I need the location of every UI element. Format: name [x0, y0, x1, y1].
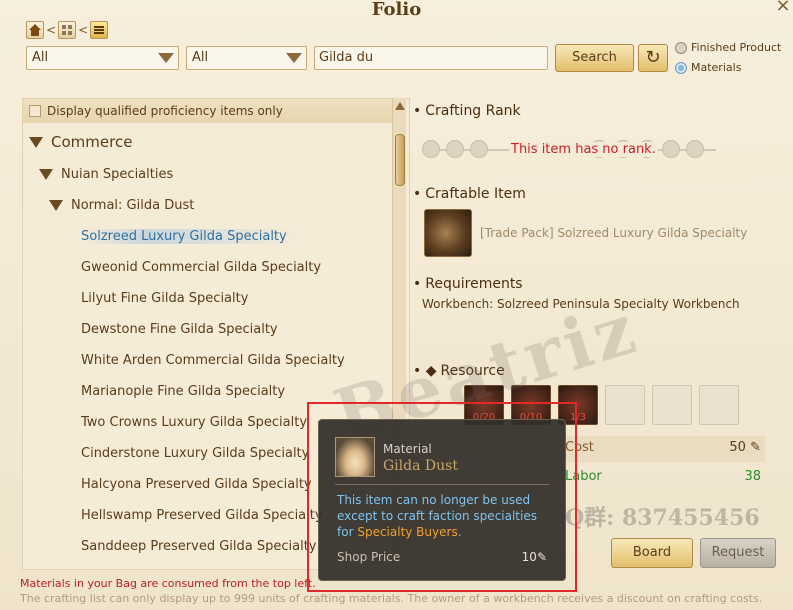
rank-dot	[470, 140, 488, 158]
watermark-qq: Q群: 837455456	[565, 505, 760, 531]
expand-triangle-icon	[49, 200, 63, 211]
cost-number: 50	[729, 440, 746, 455]
requirements-section-title: • Requirements	[413, 276, 523, 292]
list-item[interactable]: Gweonid Commercial Gilda Specialty	[81, 260, 335, 275]
chevron-down-icon	[286, 53, 302, 63]
list-item[interactable]: Marianople Fine Gilda Specialty	[81, 384, 299, 399]
qualified-checkbox[interactable]	[29, 105, 41, 117]
radio-finished-product[interactable]: Finished Product	[675, 41, 781, 54]
search-input[interactable]: Gilda du	[314, 46, 548, 70]
list-icon[interactable]	[90, 21, 109, 39]
radio-materials-icon	[675, 61, 687, 74]
breadcrumb-separator: <	[46, 23, 57, 37]
rank-section-title: • Crafting Rank	[413, 103, 521, 119]
list-item[interactable]: Lilyut Fine Gilda Specialty	[81, 291, 262, 306]
chevron-down-icon	[158, 53, 174, 63]
craftable-item-name[interactable]: [Trade Pack] Solzreed Luxury Gilda Speci…	[480, 226, 747, 240]
category-select-1[interactable]: All	[26, 46, 179, 70]
board-button[interactable]: Board	[611, 538, 693, 568]
cost-value: 50 ✎	[729, 440, 761, 455]
category-select-2-value: All	[192, 50, 209, 65]
list-item[interactable]: Cinderstone Luxury Gilda Specialty	[81, 446, 323, 461]
home-icon[interactable]	[26, 21, 44, 39]
footnote-display-limit: The crafting list can only display up to…	[20, 592, 763, 605]
window-title: Folio	[371, 0, 422, 20]
tree-group-label: Commerce	[51, 133, 133, 151]
list-item[interactable]: Dewstone Fine Gilda Specialty	[81, 322, 292, 337]
radio-materials-label: Materials	[691, 61, 742, 74]
list-item[interactable]: Halcyona Preserved Gilda Specialty	[81, 477, 326, 492]
rank-dot	[662, 140, 680, 158]
cost-row: Cost 50 ✎	[565, 436, 765, 462]
rank-dot	[446, 140, 464, 158]
craftable-title-text: Craftable Item	[425, 186, 526, 202]
radio-finished-icon	[675, 41, 687, 54]
qualified-filter-row[interactable]: Display qualified proficiency items only	[23, 99, 397, 123]
rank-note: This item has no rank.	[509, 142, 658, 157]
breadcrumb-separator: <	[78, 23, 89, 37]
grid-icon[interactable]	[58, 21, 77, 39]
resource-slot-empty	[699, 385, 739, 425]
craftable-section-title: • Craftable Item	[413, 186, 526, 202]
resource-slot-empty	[605, 385, 645, 425]
tree-group-commerce[interactable]: Commerce	[29, 133, 132, 151]
resource-title-text: Resource	[440, 363, 505, 379]
scroll-up-icon[interactable]	[395, 102, 405, 110]
requirements-title-text: Requirements	[425, 276, 523, 292]
trade-pack-icon[interactable]	[424, 209, 472, 257]
list-item[interactable]: White Arden Commercial Gilda Specialty	[81, 353, 359, 368]
tree-group-label: Normal: Gilda Dust	[71, 198, 195, 213]
request-button[interactable]: Request	[700, 538, 776, 568]
rank-title-text: Crafting Rank	[425, 103, 521, 119]
resource-slot-empty	[652, 385, 692, 425]
folio-window: Folio × < < All All Gilda du Search ↻ Fi…	[0, 0, 793, 610]
list-item[interactable]: Two Crowns Luxury Gilda Specialty	[81, 415, 321, 430]
list-item[interactable]: Solzreed Luxury Gilda Specialty	[81, 229, 301, 244]
category-select-2[interactable]: All	[186, 46, 307, 70]
list-item[interactable]: Hellswamp Preserved Gilda Specialty	[81, 508, 337, 523]
labor-value: 38	[744, 469, 761, 484]
tree-group-label: Nuian Specialties	[61, 167, 174, 182]
breadcrumb: < <	[26, 21, 109, 39]
list-item[interactable]: Sanddeep Preserved Gilda Specialty	[81, 539, 330, 554]
category-select-1-value: All	[32, 50, 49, 65]
scroll-thumb[interactable]	[395, 134, 405, 186]
requirements-text: Workbench: Solzreed Peninsula Specialty …	[422, 297, 740, 311]
footnote-bag-order: Materials in your Bag are consumed from …	[20, 577, 316, 590]
radio-finished-label: Finished Product	[691, 41, 782, 54]
annotation-highlight-box	[307, 402, 577, 592]
refresh-icon: ↻	[645, 47, 661, 68]
labor-row: Labor 38	[565, 465, 765, 491]
tree-group-gilda-dust[interactable]: Normal: Gilda Dust	[49, 198, 194, 213]
radio-materials[interactable]: Materials	[675, 61, 741, 74]
close-icon[interactable]: ×	[773, 0, 793, 16]
search-button[interactable]: Search	[555, 44, 634, 72]
coin-icon: ✎	[750, 440, 761, 455]
expand-triangle-icon	[29, 137, 43, 148]
rank-dot	[422, 140, 440, 158]
resource-section-title: • ◆ Resource	[413, 363, 505, 379]
refresh-button[interactable]: ↻	[638, 44, 668, 72]
tree-group-nuian-specialties[interactable]: Nuian Specialties	[39, 167, 173, 182]
qualified-label: Display qualified proficiency items only	[47, 104, 283, 118]
rank-dot	[686, 140, 704, 158]
expand-triangle-icon	[39, 169, 53, 180]
